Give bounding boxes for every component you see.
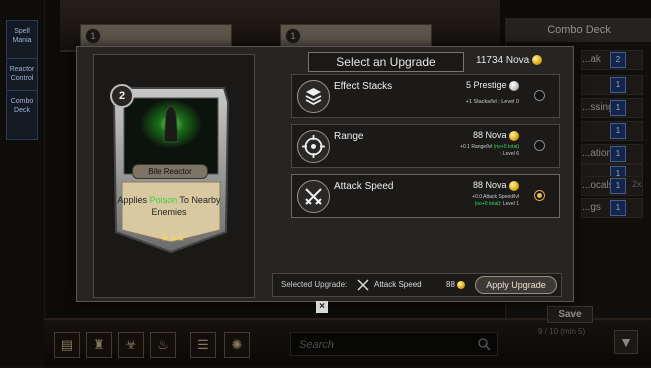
- left-sidebar: Spell Mania Reactor Control Combo Deck: [0, 0, 45, 366]
- selected-upgrade-cost: 88: [446, 280, 466, 289]
- option-cost: 5 Prestige: [466, 80, 519, 91]
- option-description: +0.0 Attack Speed/lvl (no+0 total): Leve…: [472, 194, 519, 207]
- crossed-swords-icon: [357, 279, 369, 291]
- sidebar-item-combo-deck[interactable]: Combo Deck: [6, 90, 38, 140]
- selected-upgrade-label: Selected Upgrade:: [281, 280, 348, 289]
- nova-coin-icon: [509, 180, 519, 191]
- apply-upgrade-button[interactable]: Apply Upgrade: [475, 276, 557, 294]
- close-modal-button[interactable]: ×: [316, 301, 328, 313]
- target-icon: [297, 130, 330, 163]
- card-description: Applies Poison To Nearby Enemies: [117, 195, 221, 217]
- nova-coin-icon: [457, 280, 466, 289]
- modal-title: Select an Upgrade: [308, 52, 464, 72]
- layers-icon: [297, 80, 330, 113]
- card-cost-badge: 2: [110, 84, 134, 108]
- selected-upgrade-bar: Selected Upgrade: Attack Speed 88 Apply …: [272, 273, 562, 297]
- nova-coin-icon: [509, 130, 519, 141]
- upgrade-option-effect-stacks[interactable]: Effect Stacks 5 Prestige +1 Stacks/lvl :…: [291, 74, 560, 118]
- upgrade-option-range[interactable]: Range 88 Nova +0.1 Range/lvl (no+0 total…: [291, 124, 560, 168]
- option-description: +0.1 Range/lvl (no+0 total) : Level 6: [460, 144, 519, 157]
- card-name: Bile Reactor: [132, 164, 208, 179]
- option-radio[interactable]: [534, 140, 545, 151]
- option-radio-selected[interactable]: [534, 190, 545, 201]
- prestige-coin-icon: [509, 80, 519, 91]
- option-cost: 88 Nova: [473, 180, 519, 191]
- nova-coin-icon: [531, 55, 542, 66]
- option-title: Range: [334, 131, 364, 142]
- option-radio[interactable]: [534, 90, 545, 101]
- option-title: Attack Speed: [334, 181, 394, 192]
- card-overlay: 2 Bile Reactor Applies Poison To Nearby …: [108, 82, 234, 254]
- option-description: +1 Stacks/lvl : Level 0: [465, 99, 519, 105]
- upgrade-option-attack-speed[interactable]: Attack Speed 88 Nova +0.0 Attack Speed/l…: [291, 174, 560, 218]
- nova-balance: 11734 Nova: [476, 55, 542, 66]
- option-title: Effect Stacks: [334, 81, 393, 92]
- crossed-swords-icon: [297, 180, 330, 213]
- poison-keyword: Poison: [149, 195, 178, 205]
- selected-upgrade-name: Attack Speed: [374, 280, 422, 289]
- option-cost: 88 Nova: [473, 130, 519, 141]
